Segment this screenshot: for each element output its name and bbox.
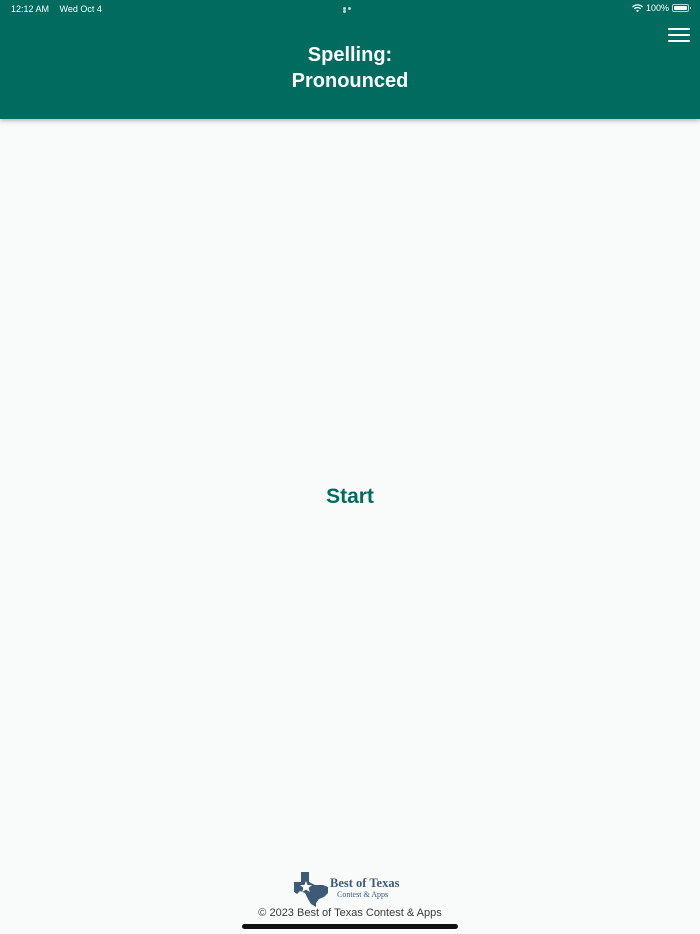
page-title-line-1: Spelling: bbox=[307, 44, 393, 66]
copyright-text: © 2023 Best of Texas Contest & Apps bbox=[258, 907, 442, 919]
logo-subtitle: Contest & Apps bbox=[337, 890, 389, 899]
page-title: Spelling: Pronounced bbox=[150, 42, 550, 94]
start-button[interactable]: Start bbox=[300, 481, 400, 513]
wifi-icon bbox=[632, 4, 643, 12]
texas-star-icon bbox=[294, 872, 328, 907]
best-of-texas-logo: Best of Texas Contest & Apps bbox=[293, 871, 413, 907]
home-indicator[interactable] bbox=[242, 924, 458, 929]
battery-icon bbox=[672, 4, 691, 12]
app-header: 12:12 AM Wed Oct 4 100% Spelling: Pronou… bbox=[0, 0, 700, 119]
multitasking-dots-icon[interactable] bbox=[343, 7, 357, 13]
page-title-line-2: Pronounced bbox=[291, 70, 409, 92]
status-time: 12:12 AM bbox=[11, 4, 50, 14]
status-date: Wed Oct 4 bbox=[59, 4, 102, 14]
battery-percentage: 100% bbox=[645, 3, 669, 13]
status-indicators: 100% bbox=[632, 3, 691, 13]
status-bar: 12:12 AM Wed Oct 4 100% bbox=[0, 0, 700, 18]
status-time-date: 12:12 AM Wed Oct 4 bbox=[11, 4, 102, 14]
hamburger-menu-icon[interactable] bbox=[668, 28, 692, 46]
logo-name: Best of Texas bbox=[330, 876, 400, 890]
